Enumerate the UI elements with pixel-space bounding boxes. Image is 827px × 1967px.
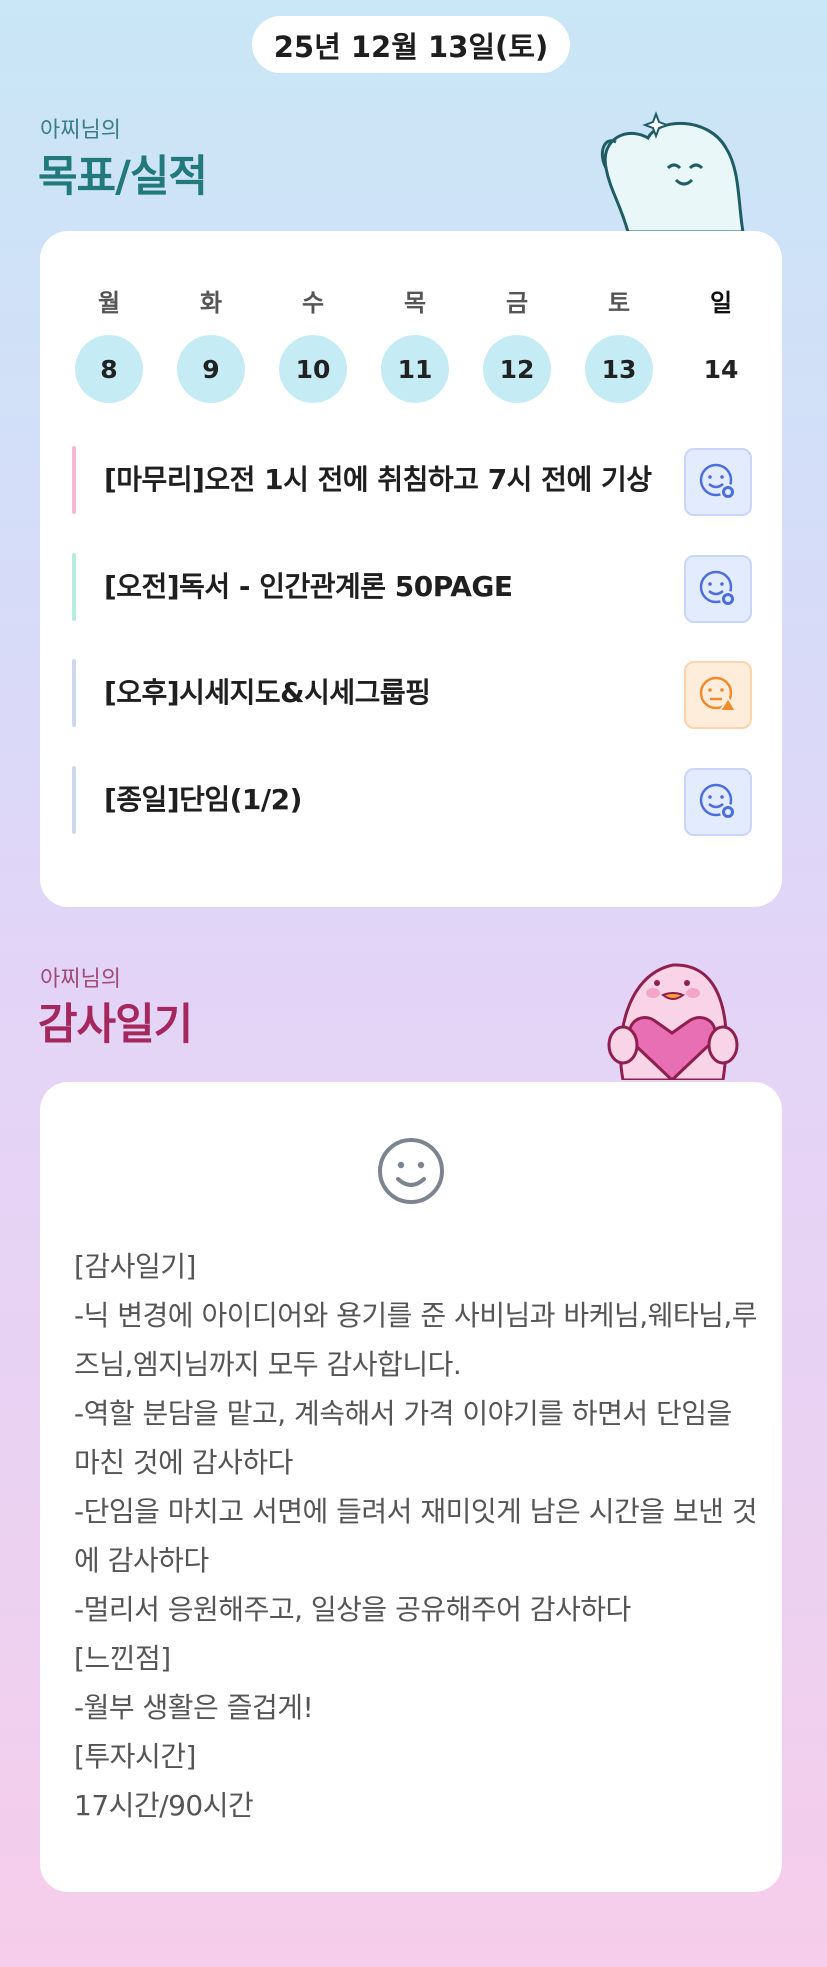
goal-text: [오후]시세지도&시세그룹핑 <box>104 676 431 709</box>
goal-row[interactable]: [오후]시세지도&시세그룹핑 <box>72 659 752 729</box>
smiley-face-icon[interactable] <box>376 1136 446 1206</box>
diary-subtitle: 아찌님의 <box>40 967 121 992</box>
goal-text: [오전]독서 - 인간관계론 50PAGE <box>104 570 513 603</box>
smile-check-icon[interactable] <box>684 768 752 836</box>
date-11[interactable]: 11 <box>381 335 449 403</box>
pink-character-heart-icon <box>607 963 739 1080</box>
date-pill[interactable]: 25년 12월 13일(토) <box>252 16 570 73</box>
weekday-sat: 토 <box>607 289 631 317</box>
ghost-character-icon <box>600 111 745 232</box>
diary-body: [감사일기] -닉 변경에 아이디어와 용기를 준 사비님과 바케님,웨타님,루… <box>74 1250 758 1822</box>
weekday-tue: 화 <box>199 289 223 317</box>
face-warning-icon[interactable] <box>684 661 752 729</box>
diary-card: [감사일기] -닉 변경에 아이디어와 용기를 준 사비님과 바케님,웨타님,루… <box>40 1082 782 1892</box>
goal-row[interactable]: [종일]단임(1/2) <box>72 766 752 836</box>
weekday-sun: 일 <box>709 289 733 317</box>
goal-row[interactable]: [마무리]오전 1시 전에 취침하고 7시 전에 기상 <box>72 446 752 516</box>
smile-check-icon[interactable] <box>684 555 752 623</box>
goal-color-bar <box>72 553 76 621</box>
date-14[interactable]: 14 <box>687 335 755 403</box>
weekday-thu: 목 <box>403 289 427 317</box>
goal-text: [종일]단임(1/2) <box>104 783 302 816</box>
weekday-mon: 월 <box>97 289 121 317</box>
smile-check-icon[interactable] <box>684 448 752 516</box>
goals-subtitle: 아찌님의 <box>40 118 121 143</box>
date-8[interactable]: 8 <box>75 335 143 403</box>
goal-color-bar <box>72 446 76 514</box>
date-13[interactable]: 13 <box>585 335 653 403</box>
weekday-wed: 수 <box>301 289 325 317</box>
goal-color-bar <box>72 766 76 834</box>
goals-title: 목표/실적 <box>38 152 208 202</box>
weekday-fri: 금 <box>505 289 529 317</box>
date-12[interactable]: 12 <box>483 335 551 403</box>
goal-text: [마무리]오전 1시 전에 취침하고 7시 전에 기상 <box>104 463 652 496</box>
goal-color-bar <box>72 659 76 727</box>
goal-row[interactable]: [오전]독서 - 인간관계론 50PAGE <box>72 553 752 623</box>
diary-title: 감사일기 <box>38 1000 193 1050</box>
goals-card: 월 화 수 목 금 토 일 8 9 10 11 12 13 14 [마무리]오전… <box>40 231 782 907</box>
date-10[interactable]: 10 <box>279 335 347 403</box>
date-9[interactable]: 9 <box>177 335 245 403</box>
